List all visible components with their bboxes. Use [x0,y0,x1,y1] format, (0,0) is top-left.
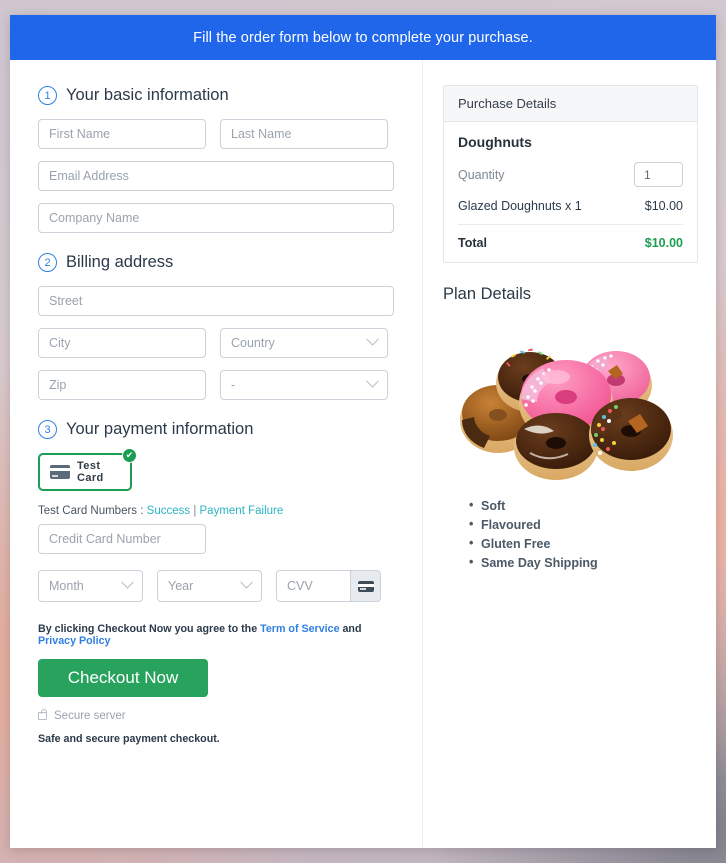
company-name-input[interactable]: Company Name [38,203,394,233]
first-name-input[interactable]: First Name [38,119,206,149]
email-row: Email Address [38,161,394,191]
section-payment-information-title: Your payment information [66,420,254,438]
street-row: Street [38,286,394,316]
zip-input[interactable]: Zip [38,370,206,400]
quantity-row: Quantity 1 [458,162,683,187]
plan-details-title: Plan Details [443,285,532,303]
list-item: Gluten Free [469,536,698,551]
product-name: Doughnuts [458,134,532,150]
credit-card-icon [357,580,374,592]
line-item-label: Glazed Doughnuts x 1 [458,199,582,213]
country-select-value: Country [231,336,275,350]
cvv-hint-button[interactable] [350,571,380,601]
line-item-amount: $10.00 [644,199,683,213]
country-select[interactable]: Country [220,328,388,358]
check-circle-icon: ✔ [122,448,137,463]
cvv-field-group[interactable]: CVV [276,570,381,602]
plan-product-image [443,322,698,487]
safe-checkout-note: Safe and secure payment checkout. [38,733,220,745]
list-item: Flavoured [469,517,698,532]
terms-prefix: By clicking Checkout Now you agree to th… [38,623,261,635]
banner-text: Fill the order form below to complete yo… [193,29,533,46]
expiry-month-select[interactable]: Month [38,570,143,602]
total-row: Total $10.00 [458,225,683,250]
test-card-label: Test Card [77,460,104,484]
chevron-down-icon [366,374,379,388]
doughnut-chocolate-front [513,412,598,480]
quantity-input[interactable]: 1 [634,162,683,187]
checkout-now-button[interactable]: Checkout Now [38,659,208,697]
section-payment-information-header: 3 Your payment information [38,420,394,439]
purchase-details-title: Purchase Details [444,86,697,122]
city-input[interactable]: City [38,328,206,358]
privacy-policy-link[interactable]: Privacy Policy [38,635,111,647]
lock-icon [38,708,47,720]
order-form-column: 1 Your basic information First Name Last… [10,60,423,848]
expiry-month-value: Month [49,579,84,593]
terms-of-service-link[interactable]: Term of Service [260,623,339,635]
zip-state-row: Zip - [38,370,394,400]
chevron-down-icon [366,332,379,346]
step-number-1: 1 [38,86,57,105]
expiry-cvv-row: Month Year CVV [38,570,394,602]
section-billing-address-title: Billing address [66,253,174,271]
line-item-row: Glazed Doughnuts x 1 $10.00 [458,199,683,225]
list-item: Same Day Shipping [469,555,698,570]
test-card-separator: | [190,505,200,517]
chevron-down-icon [240,575,253,589]
test-card-option[interactable]: Test Card ✔ [38,448,137,491]
doughnuts-illustration [459,348,673,480]
company-row: Company Name [38,203,394,233]
summary-column: Purchase Details Doughnuts Quantity 1 Gl… [423,60,716,848]
secure-server-note: Secure server [38,708,394,722]
checkout-card: Fill the order form below to complete yo… [10,15,716,848]
cvv-input[interactable]: CVV [277,571,350,601]
email-input[interactable]: Email Address [38,161,394,191]
checkout-body: 1 Your basic information First Name Last… [10,60,716,848]
total-amount: $10.00 [644,236,683,250]
test-card-numbers-line: Test Card Numbers : Success | Payment Fa… [38,505,394,517]
name-row: First Name Last Name [38,119,394,149]
page-banner: Fill the order form below to complete yo… [10,15,716,60]
list-item: Soft [469,498,698,513]
step-number-2: 2 [38,253,57,272]
section-billing-address-header: 2 Billing address [38,253,394,272]
credit-card-number-input[interactable]: Credit Card Number [38,524,206,554]
city-country-row: City Country [38,328,394,358]
section-basic-information-title: Your basic information [66,86,229,104]
last-name-input[interactable]: Last Name [220,119,388,149]
total-label: Total [458,236,487,250]
expiry-year-select[interactable]: Year [157,570,262,602]
secure-server-label: Secure server [54,710,126,722]
quantity-label: Quantity [458,167,505,182]
expiry-year-value: Year [168,579,194,593]
card-number-row: Credit Card Number [38,524,394,554]
state-select-value: - [231,378,236,392]
plan-features-list: Soft Flavoured Gluten Free Same Day Ship… [469,498,698,570]
street-input[interactable]: Street [38,286,394,316]
step-number-3: 3 [38,420,57,439]
terms-middle: and [339,623,362,635]
purchase-details-panel: Purchase Details Doughnuts Quantity 1 Gl… [443,85,698,263]
chevron-down-icon [121,575,134,589]
state-select[interactable]: - [220,370,388,400]
test-card-failure-link[interactable]: Payment Failure [200,505,284,517]
terms-agreement-text: By clicking Checkout Now you agree to th… [38,623,394,647]
section-basic-information-header: 1 Your basic information [38,86,394,105]
doughnut-chocolate-rainbow-front [588,397,673,471]
credit-card-icon [50,465,70,479]
test-card-numbers-prefix: Test Card Numbers : [38,505,147,517]
purchase-details-body: Doughnuts Quantity 1 Glazed Doughnuts x … [444,122,697,262]
test-card-success-link[interactable]: Success [147,505,190,517]
